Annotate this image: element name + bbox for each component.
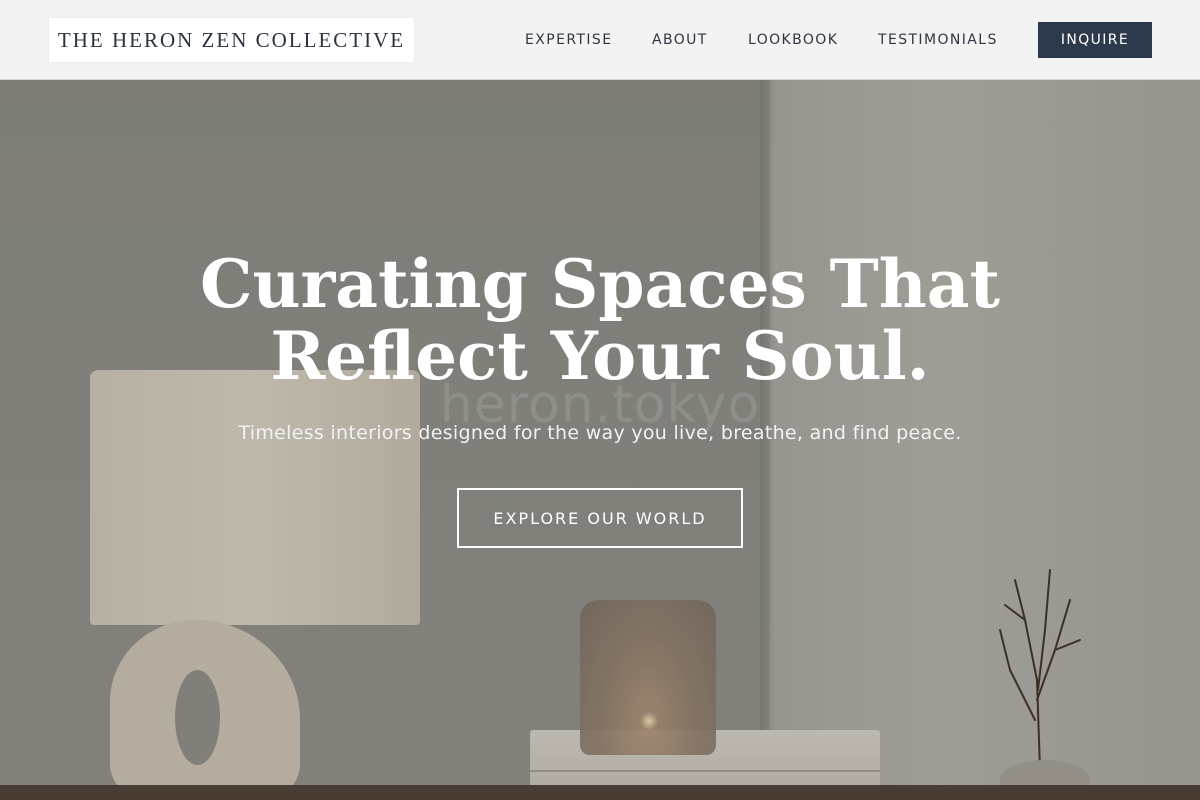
inquire-button[interactable]: INQUIRE — [1038, 22, 1152, 58]
hero-section: heron.tokyo Curating Spaces That Reflect… — [0, 80, 1200, 800]
hero-headline-line1: Curating Spaces That — [200, 245, 1000, 323]
hero-subheadline: Timeless interiors designed for the way … — [238, 422, 962, 444]
explore-button[interactable]: EXPLORE OUR WORLD — [457, 488, 743, 548]
site-header: THE HERON ZEN COLLECTIVE EXPERTISE ABOUT… — [0, 0, 1200, 80]
hero-headline-line2: Reflect Your Soul. — [270, 317, 930, 395]
hero-headline: Curating Spaces That Reflect Your Soul. — [200, 248, 1000, 392]
logo-text: THE HERON ZEN COLLECTIVE — [57, 27, 406, 52]
nav-expertise[interactable]: EXPERTISE — [525, 30, 612, 50]
nav-about[interactable]: ABOUT — [652, 30, 708, 50]
logo[interactable]: THE HERON ZEN COLLECTIVE — [49, 18, 414, 62]
nav-testimonials[interactable]: TESTIMONIALS — [878, 30, 998, 50]
nav-lookbook[interactable]: LOOKBOOK — [748, 30, 838, 50]
